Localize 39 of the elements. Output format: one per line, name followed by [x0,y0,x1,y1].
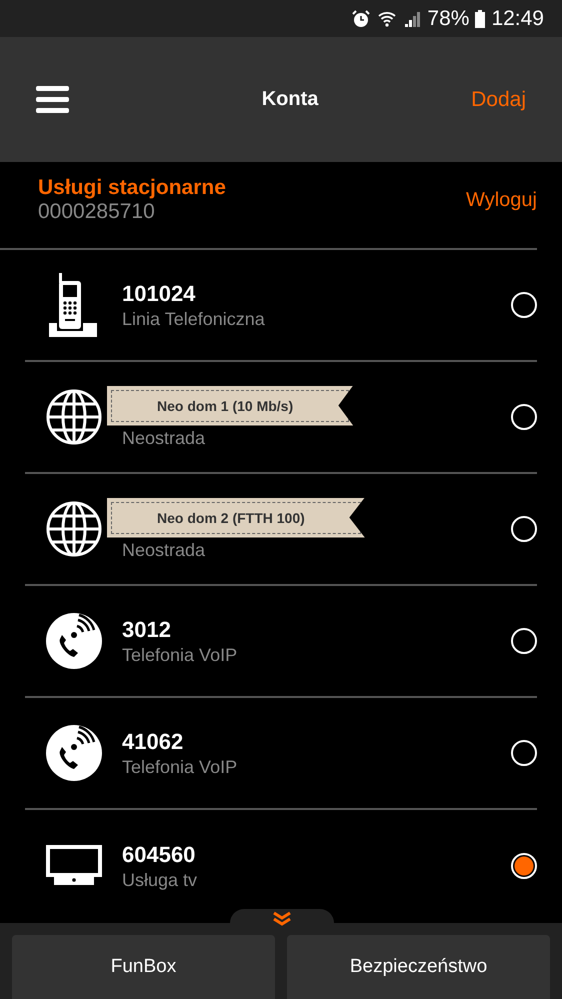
radio-button[interactable] [511,292,537,318]
battery-percent: 78% [427,6,470,30]
alarm-icon [351,8,372,28]
radio-button[interactable] [511,740,537,766]
service-type: Telefonia VoIP [122,644,238,666]
radio-button[interactable] [511,404,537,430]
cordless-phone-icon [48,273,98,337]
tv-icon [46,845,102,887]
service-number: 3012 [122,616,171,642]
radio-button[interactable] [511,516,537,542]
globe-icon [46,389,102,445]
service-type: Usługa tv [122,870,198,890]
service-type: Neostrada [122,540,206,560]
wifi-icon [377,10,398,28]
plan-ribbon: Neo dom 2 (FTTH 100) [107,498,365,538]
service-type: Linia Telefoniczna [122,308,265,330]
bottom-button[interactable]: Bezpieczeństwo [287,935,550,999]
phone-signal-icon [46,613,102,669]
radio-button[interactable] [511,853,537,879]
account-title: Usługi stacjonarne [38,176,226,200]
account-number: 0000285710 [38,200,156,224]
battery-icon [475,10,486,28]
logout-link[interactable]: Wyloguj [466,188,537,212]
globe-icon [46,501,102,557]
service-type: Neostrada [122,428,206,448]
clock: 12:49 [491,6,544,30]
signal-icon [403,10,422,28]
bottom-button[interactable]: FunBox [12,935,275,999]
chevron-down-icon [272,911,292,927]
service-number: 41062 [122,728,184,754]
menu-icon[interactable] [36,86,69,114]
add-link[interactable]: Dodaj [471,88,526,112]
page-title: Konta [262,88,318,111]
radio-button[interactable] [511,628,537,654]
service-type: Telefonia VoIP [122,756,238,778]
plan-ribbon: Neo dom 1 (10 Mb/s) [107,386,354,426]
phone-signal-icon [46,725,102,781]
service-number: 101024 [122,280,196,306]
service-number: 604560 [122,842,196,868]
